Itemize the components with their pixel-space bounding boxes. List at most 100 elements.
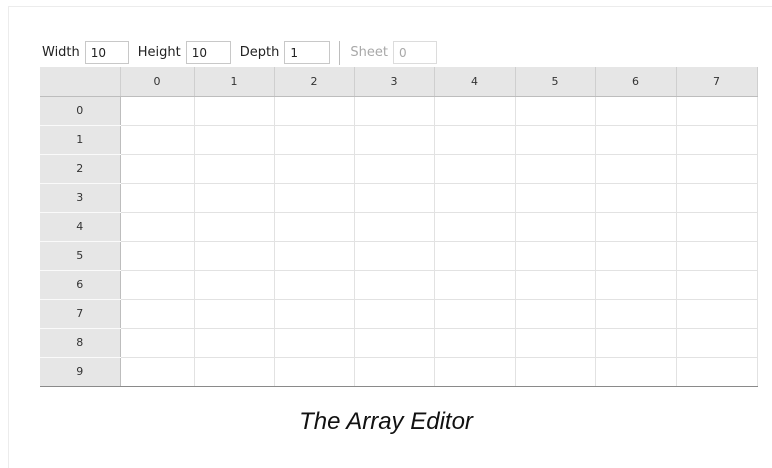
grid-cell[interactable] [120,241,195,271]
grid-cell[interactable] [676,328,758,358]
grid-cell[interactable] [676,125,758,155]
grid-cell[interactable] [434,212,516,242]
grid-cell[interactable] [120,96,195,126]
grid-cell[interactable] [515,125,596,155]
grid-cell[interactable] [354,328,435,358]
grid-cell[interactable] [274,328,355,358]
grid-cell[interactable] [676,154,758,184]
row-header[interactable]: 8 [40,328,121,358]
grid-cell[interactable] [354,96,435,126]
grid-cell[interactable] [434,328,516,358]
column-header[interactable]: 7 [676,67,758,97]
grid-cell[interactable] [120,270,195,300]
grid-cell[interactable] [595,96,677,126]
grid-cell[interactable] [676,270,758,300]
grid-cell[interactable] [194,125,275,155]
column-header[interactable]: 0 [120,67,195,97]
grid-cell[interactable] [595,154,677,184]
grid-cell[interactable] [595,328,677,358]
grid-cell[interactable] [595,299,677,329]
grid-cell[interactable] [194,299,275,329]
column-header[interactable]: 2 [274,67,355,97]
column-header[interactable]: 6 [595,67,677,97]
grid-cell[interactable] [595,241,677,271]
grid-cell[interactable] [354,212,435,242]
sheet-input[interactable] [392,41,437,64]
corner-header[interactable] [40,67,121,97]
row-header[interactable]: 7 [40,299,121,329]
grid-cell[interactable] [194,154,275,184]
width-input[interactable] [84,41,129,64]
grid-cell[interactable] [595,357,677,387]
grid-cell[interactable] [676,212,758,242]
row-header[interactable]: 9 [40,357,121,387]
grid-cell[interactable] [194,241,275,271]
grid-cell[interactable] [515,212,596,242]
grid-cell[interactable] [434,299,516,329]
grid-cell[interactable] [120,357,195,387]
grid-cell[interactable] [120,299,195,329]
grid-cell[interactable] [120,154,195,184]
row-header[interactable]: 2 [40,154,121,184]
grid-cell[interactable] [354,241,435,271]
row-header[interactable]: 5 [40,241,121,271]
grid-cell[interactable] [515,328,596,358]
grid-cell[interactable] [194,96,275,126]
grid-cell[interactable] [676,96,758,126]
height-input[interactable] [185,41,231,64]
grid-cell[interactable] [676,241,758,271]
row-header[interactable]: 4 [40,212,121,242]
grid-cell[interactable] [434,96,516,126]
grid-cell[interactable] [515,183,596,213]
grid-cell[interactable] [515,270,596,300]
row-header[interactable]: 1 [40,125,121,155]
grid-cell[interactable] [354,299,435,329]
grid-cell[interactable] [274,96,355,126]
row-header[interactable]: 6 [40,270,121,300]
column-header[interactable]: 1 [194,67,275,97]
grid-cell[interactable] [676,183,758,213]
row-header[interactable]: 3 [40,183,121,213]
grid-cell[interactable] [434,154,516,184]
grid-cell[interactable] [515,96,596,126]
grid-cell[interactable] [595,212,677,242]
grid-cell[interactable] [354,270,435,300]
grid-cell[interactable] [434,125,516,155]
grid-cell[interactable] [515,299,596,329]
grid-cell[interactable] [274,125,355,155]
grid-cell[interactable] [434,183,516,213]
column-header[interactable]: 3 [354,67,435,97]
grid-cell[interactable] [676,299,758,329]
depth-input[interactable] [284,41,331,64]
grid-cell[interactable] [194,212,275,242]
grid-cell[interactable] [120,125,195,155]
grid-cell[interactable] [274,154,355,184]
grid-cell[interactable] [274,241,355,271]
grid-cell[interactable] [120,328,195,358]
grid-cell[interactable] [274,299,355,329]
grid-cell[interactable] [274,183,355,213]
grid-cell[interactable] [354,183,435,213]
grid-cell[interactable] [194,183,275,213]
grid-cell[interactable] [434,241,516,271]
column-header[interactable]: 4 [434,67,516,97]
grid-cell[interactable] [595,270,677,300]
grid-cell[interactable] [274,212,355,242]
grid-cell[interactable] [354,125,435,155]
grid-cell[interactable] [515,154,596,184]
grid-cell[interactable] [120,183,195,213]
grid-cell[interactable] [194,328,275,358]
grid-cell[interactable] [434,270,516,300]
grid-cell[interactable] [515,357,596,387]
grid-cell[interactable] [676,357,758,387]
grid-cell[interactable] [194,357,275,387]
grid-cell[interactable] [595,125,677,155]
grid-cell[interactable] [354,154,435,184]
row-header[interactable]: 0 [40,96,121,126]
grid-cell[interactable] [194,270,275,300]
grid-cell[interactable] [274,270,355,300]
grid-cell[interactable] [434,357,516,387]
grid-cell[interactable] [120,212,195,242]
grid-cell[interactable] [595,183,677,213]
column-header[interactable]: 5 [515,67,596,97]
